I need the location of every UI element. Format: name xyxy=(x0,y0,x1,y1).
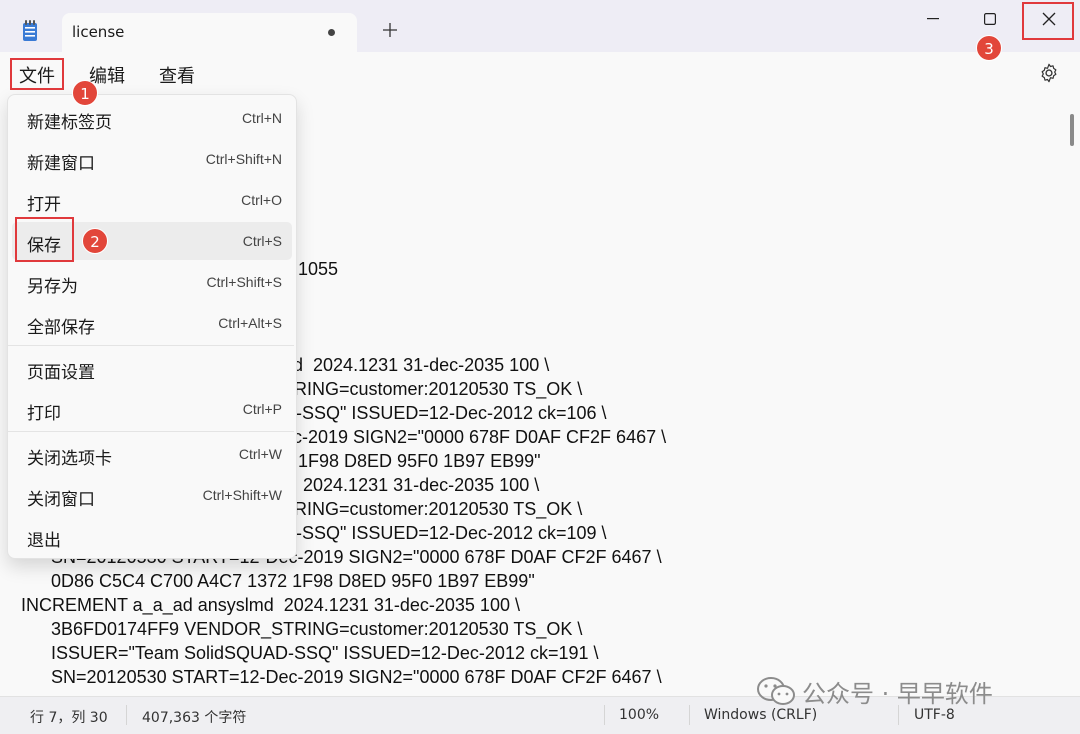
editor-line: INCREMENT a_a_ad ansyslmd 2024.1231 31-d… xyxy=(21,595,520,615)
editor-line: SN=20120530 START=12-Dec-2019 SIGN2="000… xyxy=(21,667,662,687)
watermark: 公众号 · 早早软件 xyxy=(756,674,993,708)
tab-license[interactable]: license xyxy=(62,13,357,52)
editor-line: d 2024.1231 31-dec-2035 100 \ xyxy=(283,475,540,495)
plus-icon xyxy=(383,23,397,37)
maximize-button[interactable] xyxy=(967,0,1013,38)
divider xyxy=(604,705,605,725)
divider xyxy=(689,705,690,725)
menu-item-label: 打印 xyxy=(27,404,61,424)
unsaved-dot-icon[interactable] xyxy=(328,29,335,36)
editor-line: ec-2019 SIGN2="0000 678F D0AF CF2F 6467 … xyxy=(283,427,667,447)
file-menu-dropdown: 新建标签页 Ctrl+N 新建窗口 Ctrl+Shift+N 打开 Ctrl+O… xyxy=(7,94,297,559)
character-count: 407,363 个字符 xyxy=(142,710,247,726)
scroll-thumb[interactable] xyxy=(1070,114,1074,146)
menu-item-shortcut: Ctrl+Shift+N xyxy=(205,151,282,167)
step-badge-2: 2 xyxy=(82,228,108,254)
notepad-icon xyxy=(23,20,37,41)
menu-item-label: 新建窗口 xyxy=(27,154,95,174)
menu-item-label: 另存为 xyxy=(27,277,78,297)
menu-item-label: 打开 xyxy=(27,195,61,215)
line-ending[interactable]: Windows (CRLF) xyxy=(704,707,817,723)
menu-item-shortcut: Ctrl+W xyxy=(238,446,282,462)
menu-item-print[interactable]: 打印 Ctrl+P xyxy=(12,390,292,428)
cursor-position: 行 7，列 30 xyxy=(30,710,108,726)
editor-line: D-SSQ" ISSUED=12-Dec-2012 ck=109 \ xyxy=(283,523,607,543)
menu-item-shortcut: Ctrl+S xyxy=(242,233,282,249)
menu-item-close-window[interactable]: 关闭窗口 Ctrl+Shift+W xyxy=(12,476,292,514)
editor-line: TRING=customer:20120530 TS_OK \ xyxy=(283,379,583,399)
editor-line: D-SSQ" ISSUED=12-Dec-2012 ck=106 \ xyxy=(283,403,607,423)
menu-item-shortcut: Ctrl+Shift+W xyxy=(202,487,282,503)
menu-item-new-tab[interactable]: 新建标签页 Ctrl+N xyxy=(12,99,292,137)
maximize-icon xyxy=(984,13,996,25)
menu-item-save-all[interactable]: 全部保存 Ctrl+Alt+S xyxy=(12,304,292,342)
editor-line: nd 2024.1231 31-dec-2035 100 \ xyxy=(283,355,550,375)
menu-item-shortcut: Ctrl+Shift+S xyxy=(206,274,282,290)
editor-line: 0D86 C5C4 C700 A4C7 1372 1F98 D8ED 95F0 … xyxy=(21,571,535,591)
annotation-box-save xyxy=(15,217,74,262)
minimize-button[interactable] xyxy=(910,0,956,38)
annotation-box-close xyxy=(1022,2,1074,40)
encoding[interactable]: UTF-8 xyxy=(914,707,955,723)
menu-item-label: 全部保存 xyxy=(27,318,95,338)
tab-title: license xyxy=(72,23,125,41)
editor-line: TRING=customer:20120530 TS_OK \ xyxy=(283,499,583,519)
minimize-icon xyxy=(927,18,939,20)
menu-bar: 文件 编辑 查看 xyxy=(0,52,1080,94)
editor-line: ISSUER="Team SolidSQUAD-SSQ" ISSUED=12-D… xyxy=(21,643,599,663)
new-tab-button[interactable] xyxy=(378,19,402,43)
menu-item-exit[interactable]: 退出 xyxy=(12,517,292,555)
menu-item-label: 退出 xyxy=(27,531,61,551)
menu-item-label: 关闭窗口 xyxy=(27,490,95,510)
title-bar: license xyxy=(0,0,1080,52)
menu-item-shortcut: Ctrl+P xyxy=(242,401,282,417)
menu-item-save-as[interactable]: 另存为 Ctrl+Shift+S xyxy=(12,263,292,301)
annotation-box-file-menu xyxy=(10,58,64,90)
menu-item-label: 新建标签页 xyxy=(27,113,112,133)
menu-view[interactable]: 查看 xyxy=(159,62,195,88)
menu-separator xyxy=(8,431,294,432)
menu-item-page-setup[interactable]: 页面设置 xyxy=(12,349,292,387)
step-badge-3: 3 xyxy=(976,35,1002,61)
vertical-scrollbar[interactable] xyxy=(1066,94,1080,696)
menu-item-label: 页面设置 xyxy=(27,363,95,383)
menu-item-shortcut: Ctrl+O xyxy=(241,192,282,208)
menu-item-shortcut: Ctrl+Alt+S xyxy=(218,315,282,331)
gear-icon[interactable] xyxy=(1038,62,1060,84)
wechat-icon xyxy=(757,677,795,705)
editor-line: 2 1F98 D8ED 95F0 1B97 EB99" xyxy=(283,451,541,471)
menu-item-open[interactable]: 打开 Ctrl+O xyxy=(12,181,292,219)
menu-item-new-window[interactable]: 新建窗口 Ctrl+Shift+N xyxy=(12,140,292,178)
menu-separator xyxy=(8,345,294,346)
menu-item-close-tab[interactable]: 关闭选项卡 Ctrl+W xyxy=(12,435,292,473)
menu-item-label: 关闭选项卡 xyxy=(27,449,112,469)
divider xyxy=(126,705,127,725)
watermark-text: 公众号 · 早早软件 xyxy=(802,679,993,708)
menu-item-shortcut: Ctrl+N xyxy=(241,110,282,126)
editor-line: 3B6FD0174FF9 VENDOR_STRING=customer:2012… xyxy=(21,619,583,639)
zoom-level[interactable]: 100% xyxy=(619,707,659,723)
step-badge-1: 1 xyxy=(72,80,98,106)
